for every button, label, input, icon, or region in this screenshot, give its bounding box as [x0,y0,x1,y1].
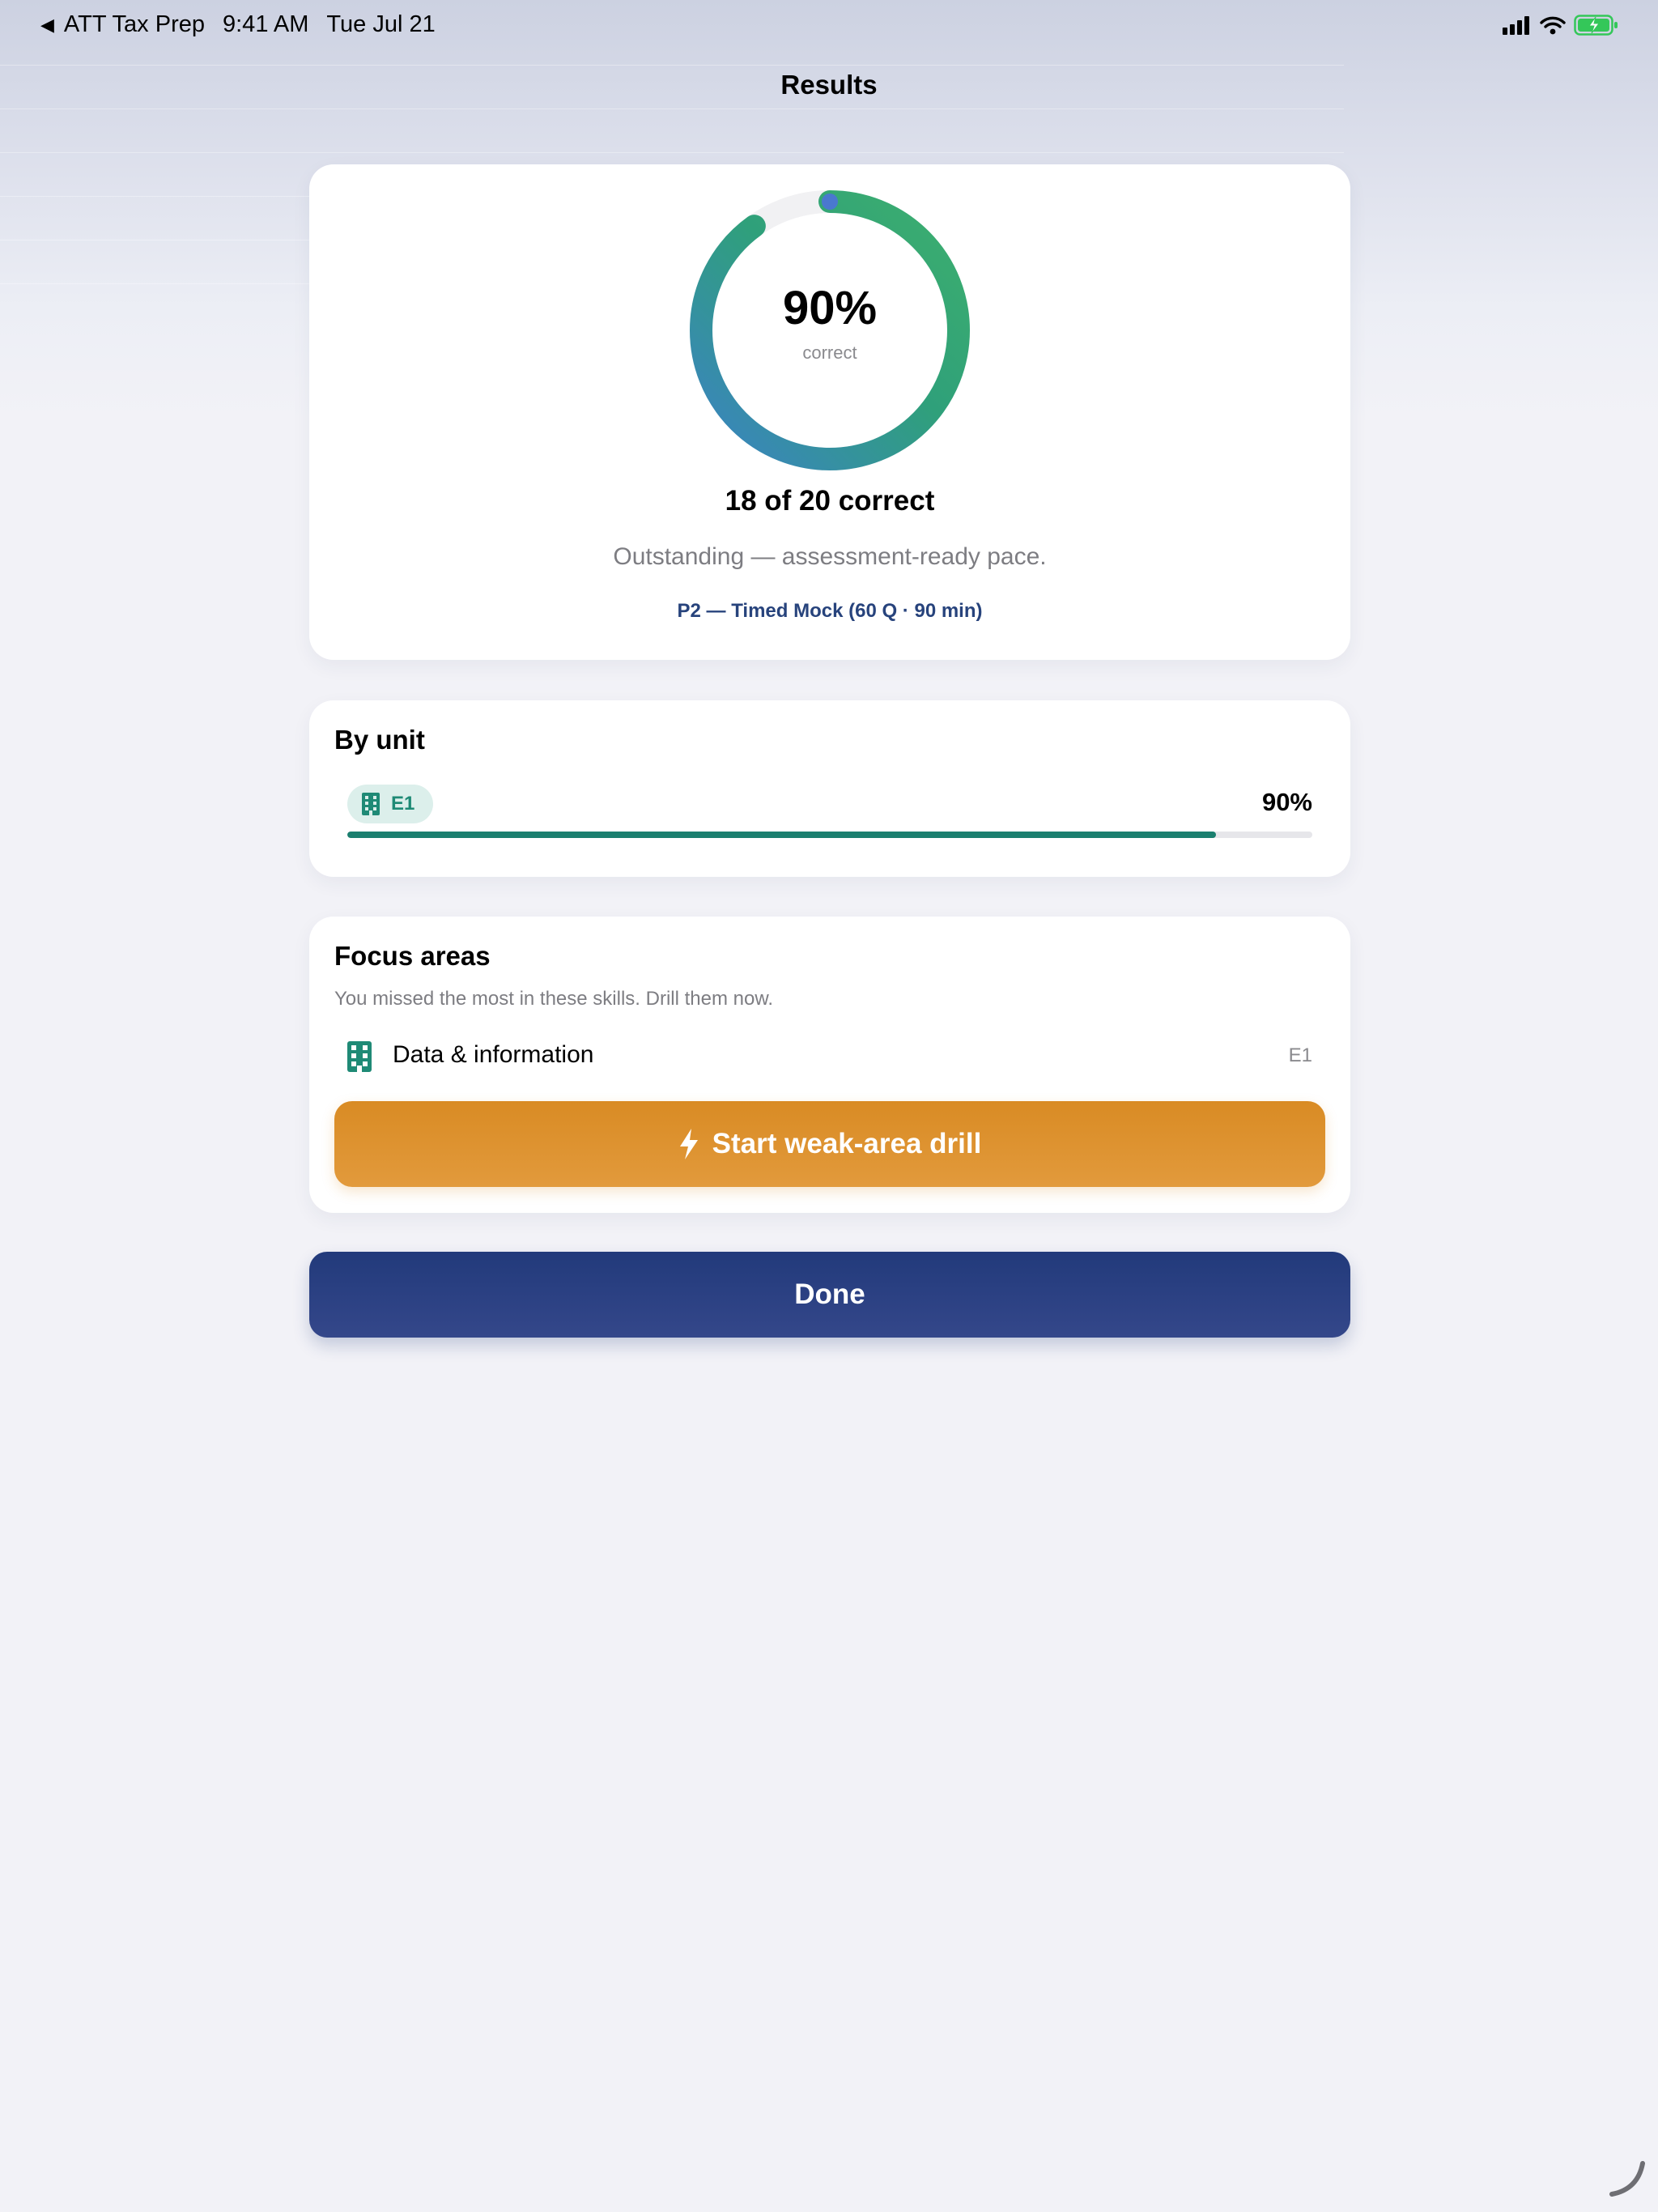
score-card: 90% correct 18 of 20 correct Outstanding… [309,164,1350,660]
done-button[interactable]: Done [309,1252,1350,1338]
status-time: 9:41 AM [223,11,309,37]
exam-name: P2 — Timed Mock (60 Q · 90 min) [677,600,983,622]
score-ring: 90% correct [688,189,971,472]
unit-chip: E1 [347,785,433,823]
done-label: Done [794,1278,865,1310]
status-date: Tue Jul 21 [326,11,436,37]
by-unit-card: By unit E1 90% [309,700,1350,877]
start-drill-label: Start weak-area drill [712,1128,982,1159]
wifi-icon [1540,16,1566,35]
focus-areas-card: Focus areas You missed the most in these… [309,917,1350,1213]
back-arrow-icon[interactable]: ◀ [40,15,54,36]
cellular-signal-icon [1503,16,1529,35]
status-right [1503,15,1619,36]
score-ring-label: 90% correct [688,189,971,472]
status-left: ◀ ATT Tax Prep 9:41 AM Tue Jul 21 [40,11,436,38]
unit-progress-track [347,832,1312,838]
focus-area-item[interactable]: Data & information E1 [347,1036,1312,1075]
building-icon [347,1041,372,1072]
score-summary: 18 of 20 correct [725,485,935,517]
page-title: Results [780,70,878,100]
unit-percent: 90% [1261,788,1312,816]
decorative-stripe [0,108,1344,153]
score-percent: 90% [782,282,878,334]
unit-progress-fill [347,832,1216,838]
building-icon [362,793,380,815]
back-app-label[interactable]: ATT Tax Prep [64,11,205,38]
battery-charging-icon [1574,15,1618,36]
focus-areas-subtitle: You missed the most in these skills. Dri… [334,988,774,1010]
focus-area-unit: E1 [1288,1044,1312,1066]
bolt-icon [679,1129,698,1159]
start-drill-button[interactable]: Start weak-area drill [334,1101,1325,1187]
focus-area-name: Data & information [393,1041,594,1068]
corner-gesture-indicator [1609,2161,1645,2197]
unit-code: E1 [391,793,415,815]
score-verdict: Outstanding — assessment-ready pace. [613,543,1047,570]
by-unit-heading: By unit [334,725,425,755]
focus-areas-heading: Focus areas [334,941,491,971]
status-bar: ◀ ATT Tax Prep 9:41 AM Tue Jul 21 [0,0,1658,52]
score-percent-caption: correct [802,342,857,363]
